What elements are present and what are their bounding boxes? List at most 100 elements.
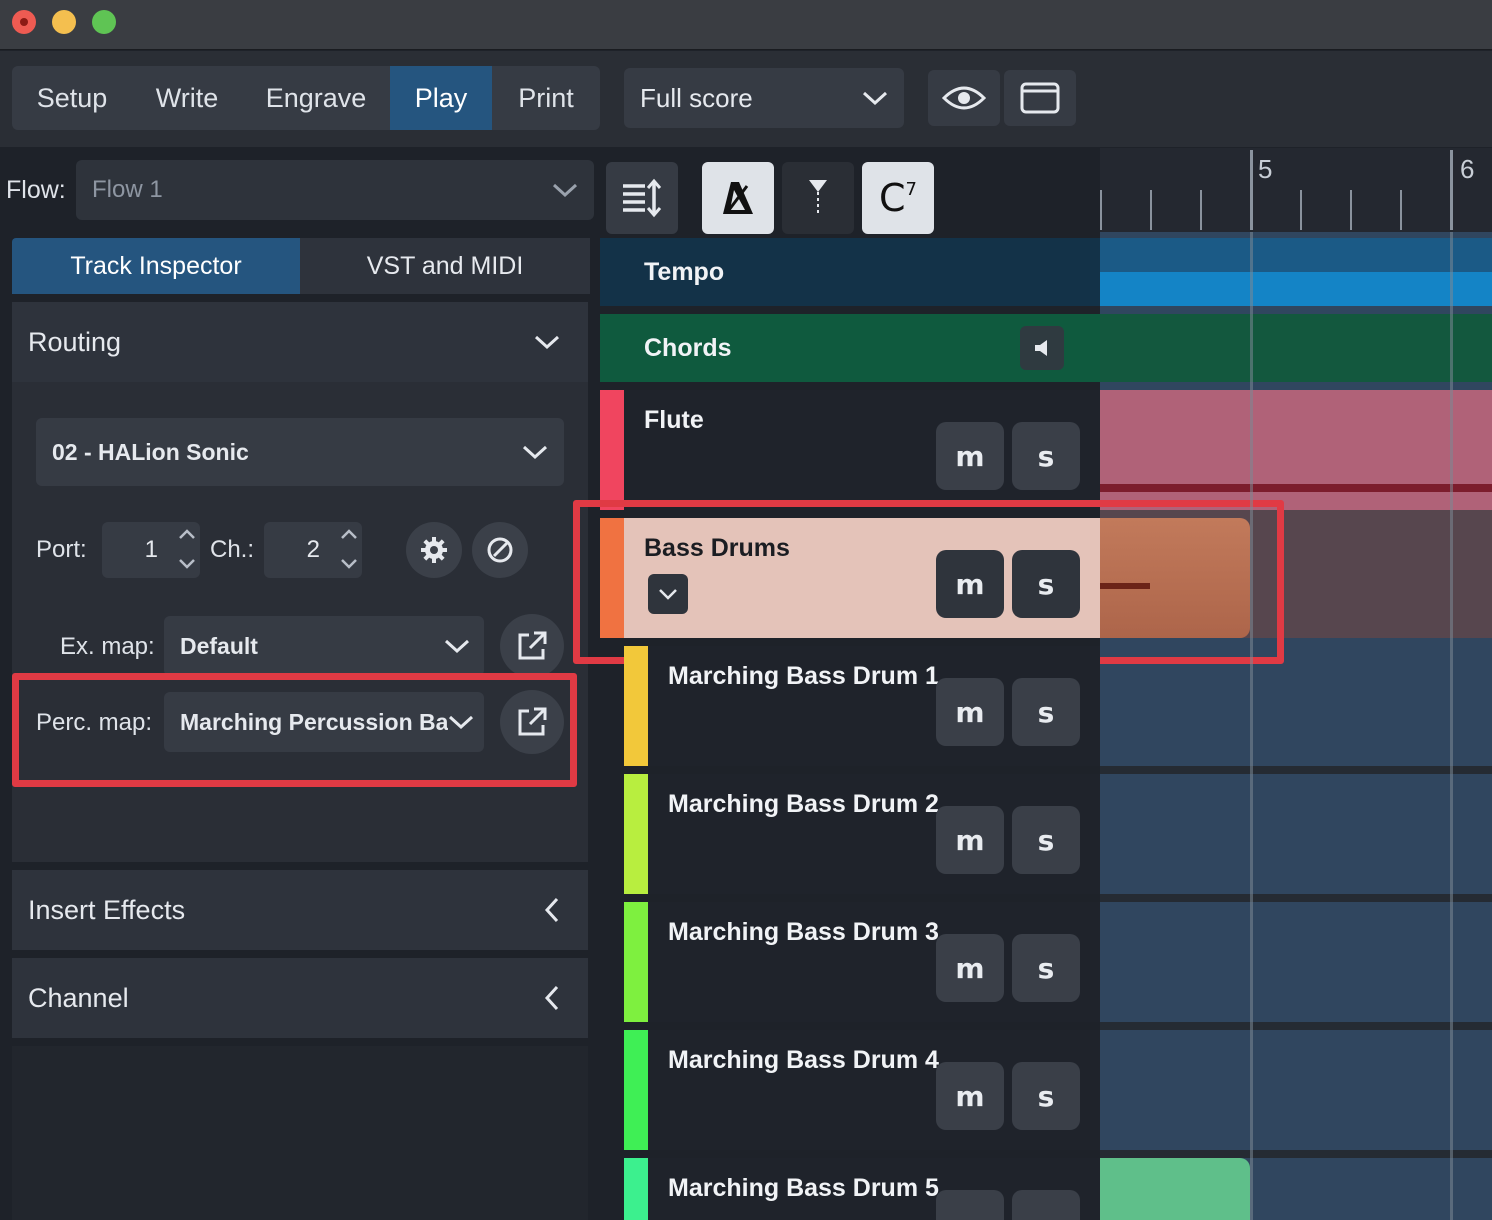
routing-header[interactable]: Routing [12, 302, 588, 382]
mute-button[interactable]: m [936, 806, 1004, 874]
close-window-button[interactable] [12, 10, 36, 34]
expand-track-button[interactable] [648, 574, 688, 614]
ex-map-label: Ex. map: [60, 633, 155, 660]
solo-button[interactable]: s [1012, 806, 1080, 874]
track-height-button[interactable] [606, 162, 678, 234]
chevron-left-icon [544, 897, 559, 923]
flute-track-name: Flute [644, 406, 704, 434]
marker-track-button[interactable] [782, 162, 854, 234]
channel-title: Channel [28, 982, 129, 1013]
flute-region[interactable] [1100, 390, 1492, 510]
insert-effects-header[interactable]: Insert Effects [12, 870, 588, 950]
track-name: Marching Bass Drum 1 [668, 662, 939, 690]
ruler-bar-number: 5 [1258, 154, 1273, 184]
chevron-down-icon [448, 715, 474, 730]
ruler-tick [1400, 190, 1402, 230]
flute-note[interactable] [1100, 484, 1492, 492]
flow-select[interactable]: Flow 1 [76, 160, 594, 220]
tab-setup[interactable]: Setup [12, 66, 132, 130]
tempo-track-name: Tempo [644, 257, 725, 286]
timeline-ruler[interactable]: 5 6 [1100, 148, 1492, 232]
solo-button[interactable]: s [1012, 678, 1080, 746]
expression-map-value: Default [180, 632, 258, 659]
flute-track-color [600, 390, 624, 510]
flow-select-value: Flow 1 [92, 176, 163, 203]
stepper-arrows-icon[interactable] [338, 524, 360, 574]
solo-button[interactable]: s [1012, 1062, 1080, 1130]
speaker-icon [1035, 340, 1047, 356]
solo-button[interactable]: s [1012, 550, 1080, 618]
edit-instrument-button[interactable] [472, 522, 528, 578]
ruler-tick [1200, 190, 1202, 230]
tab-engrave[interactable]: Engrave [242, 66, 390, 130]
mode-switcher: Setup Write Engrave Play Print [12, 66, 600, 130]
open-expression-map-button[interactable] [500, 614, 564, 678]
mute-button[interactable]: m [936, 678, 1004, 746]
chevron-down-icon [862, 91, 888, 106]
chords-audition-button[interactable] [1020, 326, 1064, 370]
track-name: Marching Bass Drum 5 [668, 1174, 939, 1202]
track-color [624, 774, 648, 894]
solo-button[interactable] [1012, 1190, 1080, 1220]
window-layout-button[interactable] [1004, 70, 1076, 126]
channel-value: 2 [306, 536, 320, 563]
lane-divider [1100, 766, 1492, 774]
mute-button[interactable]: m [936, 550, 1004, 618]
tempo-track-header[interactable]: Tempo [600, 238, 1100, 306]
close-icon [20, 18, 28, 26]
track-color [624, 646, 648, 766]
ruler-tick [1300, 190, 1302, 230]
lane-divider [1100, 894, 1492, 902]
bass-drums-note[interactable] [1100, 583, 1150, 589]
chevron-left-icon [544, 985, 559, 1011]
ruler-bar-line [1250, 150, 1253, 230]
mute-button[interactable] [936, 1190, 1004, 1220]
mute-button[interactable]: m [936, 934, 1004, 1002]
track-height-icon [623, 178, 662, 218]
bar-line [1450, 232, 1453, 1220]
percussion-map-select[interactable]: Marching Percussion Ba… [164, 692, 484, 752]
track-color [624, 902, 648, 1022]
chevron-down-icon [534, 335, 560, 350]
tempo-curve [1100, 272, 1492, 306]
tab-play[interactable]: Play [390, 66, 492, 130]
open-percussion-map-button[interactable] [500, 690, 564, 754]
tab-write[interactable]: Write [132, 66, 242, 130]
layout-select[interactable]: Full score [624, 68, 904, 128]
title-bar [0, 0, 1492, 50]
solo-button[interactable]: s [1012, 934, 1080, 1002]
chevron-down-icon [552, 183, 578, 198]
chord-track-button[interactable]: C7 [862, 162, 934, 234]
gear-icon [421, 537, 447, 563]
stepper-arrows-icon[interactable] [176, 524, 198, 574]
solo-button[interactable]: s [1012, 422, 1080, 490]
bass-drums-region[interactable] [1100, 518, 1250, 638]
tab-track-inspector[interactable]: Track Inspector [12, 238, 300, 294]
marching-bass-drum-5-region[interactable] [1100, 1158, 1250, 1220]
zoom-window-button[interactable] [92, 10, 116, 34]
mute-button[interactable]: m [936, 1062, 1004, 1130]
tab-print[interactable]: Print [492, 66, 600, 130]
metronome-icon [723, 182, 753, 214]
chevron-down-icon [444, 639, 470, 654]
instrument-settings-button[interactable] [406, 522, 462, 578]
chords-track-name: Chords [644, 333, 732, 362]
window-icon [1020, 82, 1060, 114]
expression-map-select[interactable]: Default [164, 616, 484, 676]
routing-panel [12, 302, 588, 862]
lane-divider [1100, 1022, 1492, 1030]
chevron-down-icon [659, 589, 677, 600]
view-options-button[interactable] [928, 70, 1000, 126]
marker-icon [809, 180, 827, 216]
track-name: Marching Bass Drum 2 [668, 790, 939, 818]
bass-drums-track-name: Bass Drums [644, 534, 790, 562]
metronome-button[interactable] [702, 162, 774, 234]
bass-drums-track-color [600, 518, 624, 638]
instrument-select[interactable]: 02 - HALion Sonic [36, 418, 564, 486]
routing-title: Routing [28, 326, 122, 357]
channel-header[interactable]: Channel [12, 958, 588, 1038]
tab-vst-and-midi[interactable]: VST and MIDI [300, 238, 590, 294]
minimize-window-button[interactable] [52, 10, 76, 34]
external-link-icon [518, 631, 547, 660]
mute-button[interactable]: m [936, 422, 1004, 490]
